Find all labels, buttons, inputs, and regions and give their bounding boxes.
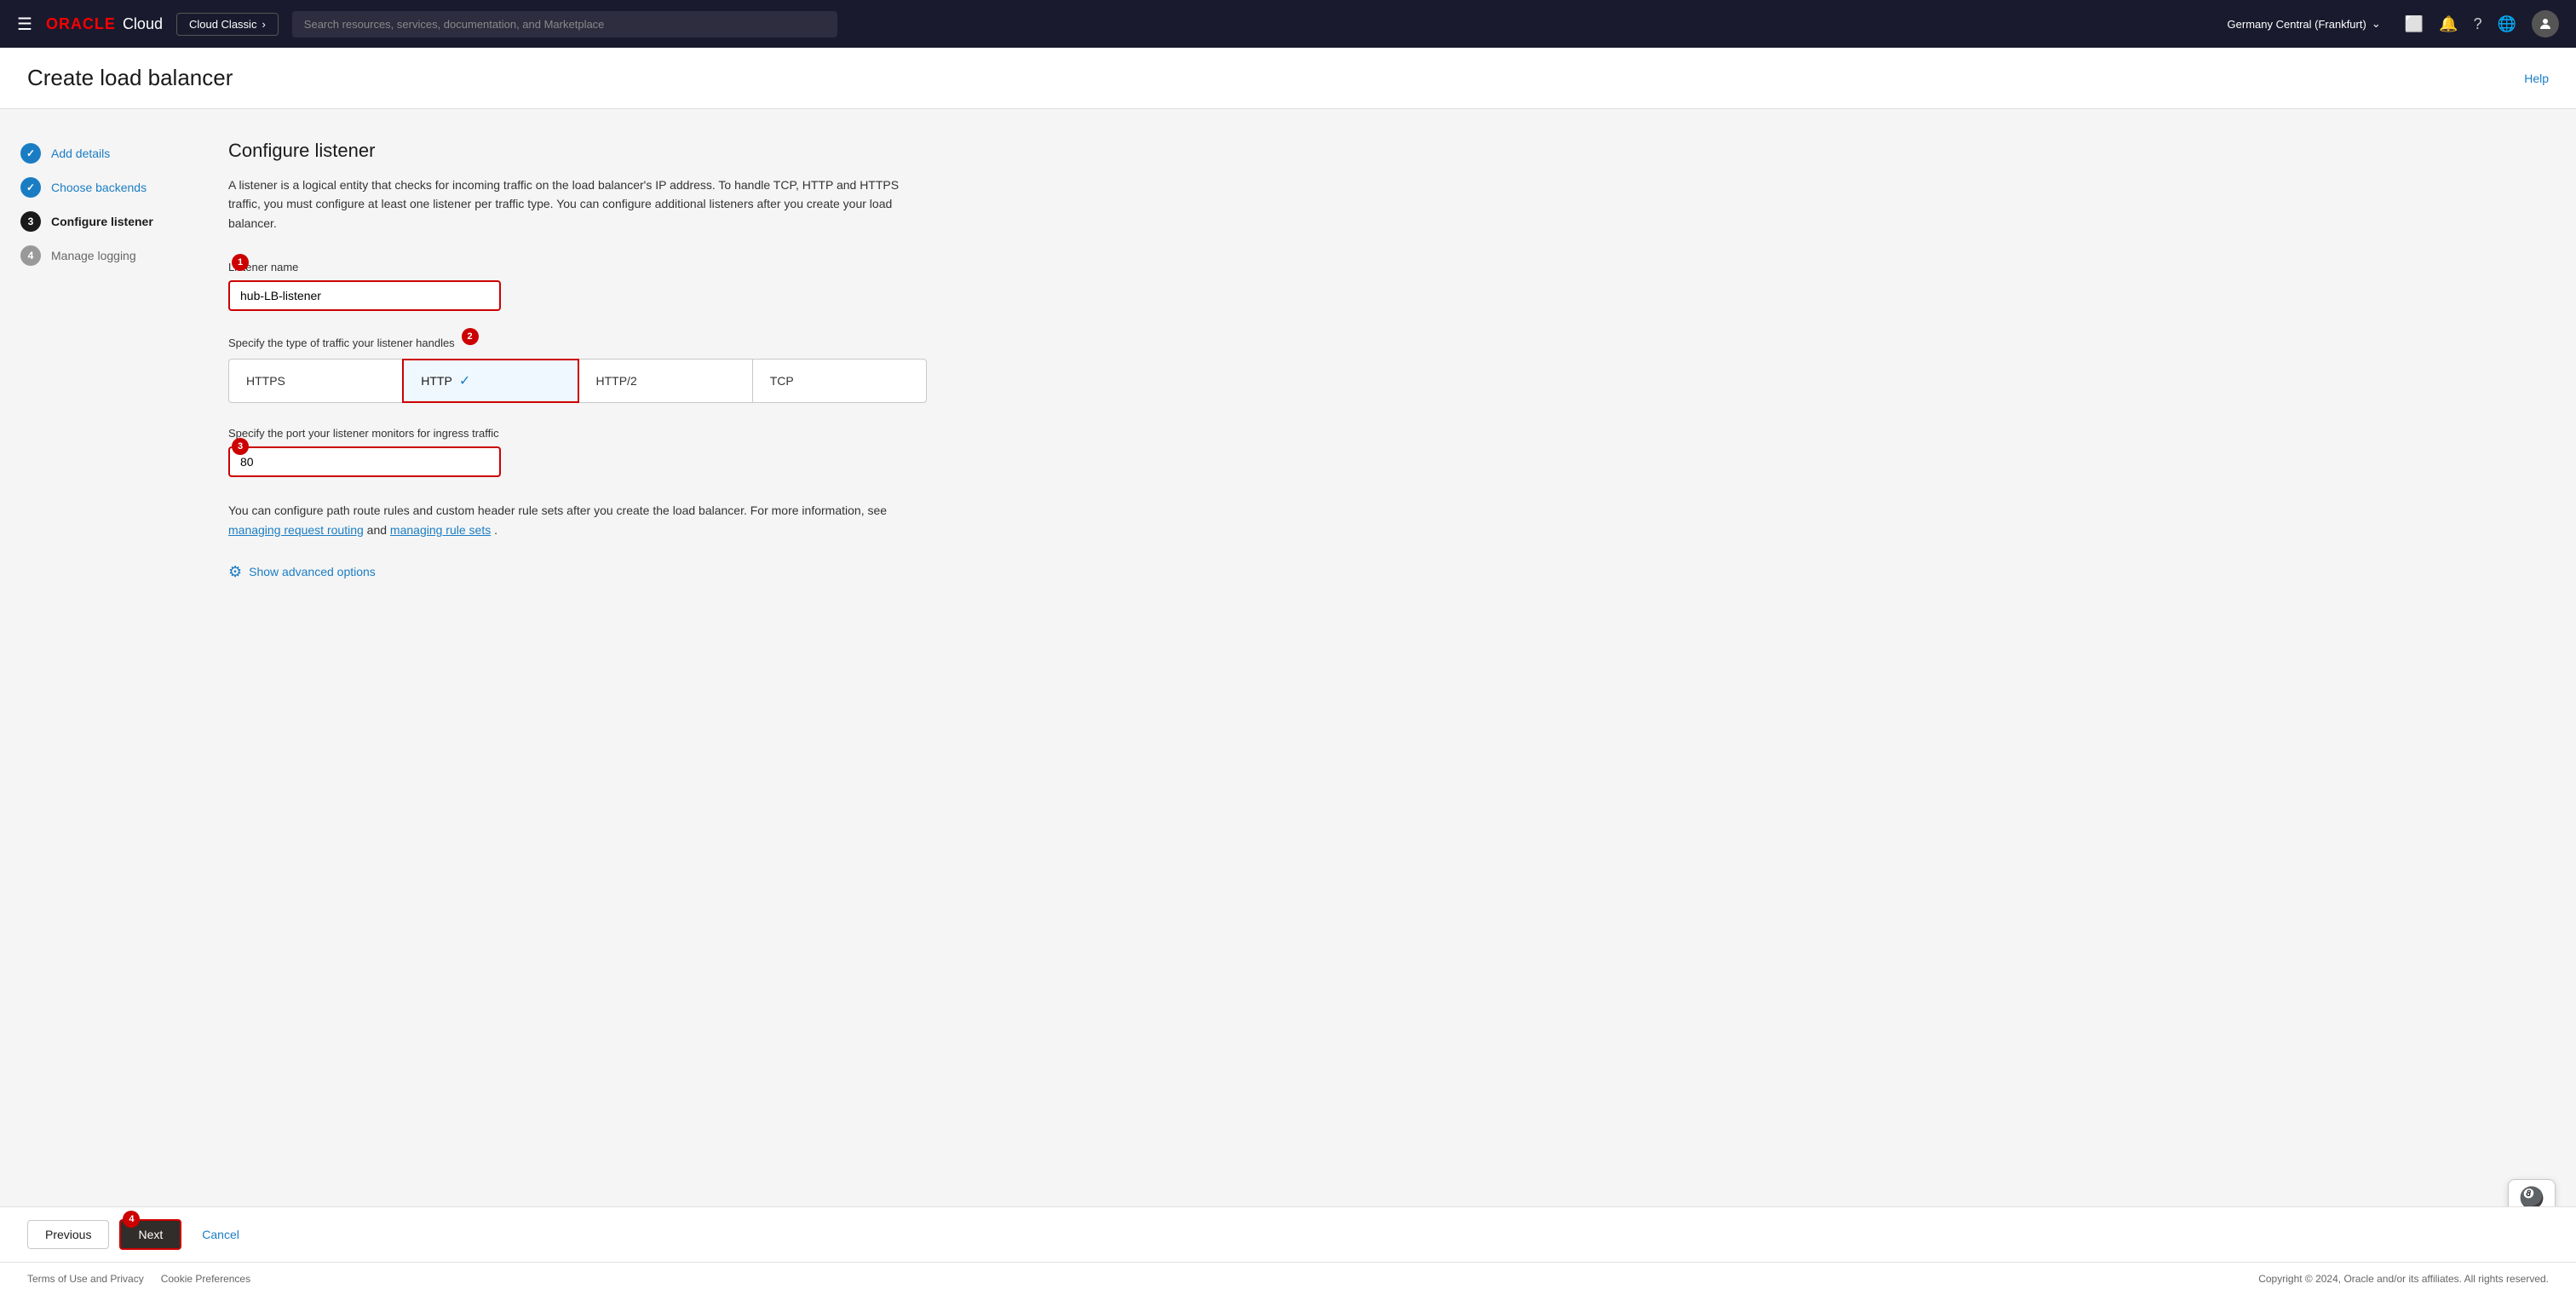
sidebar-item-choose-backends[interactable]: ✓ Choose backends: [20, 170, 167, 204]
sidebar: ✓ Add details ✓ Choose backends 3 Config…: [0, 109, 187, 1206]
traffic-type-group: Specify the type of traffic your listene…: [228, 335, 2535, 403]
help-icon[interactable]: ?: [2474, 15, 2482, 33]
traffic-option-https[interactable]: HTTPS: [228, 359, 403, 403]
footer-links: Terms of Use and Privacy Cookie Preferen…: [27, 1273, 250, 1285]
advanced-options-icon: ⚙: [228, 563, 242, 581]
traffic-option-tcp[interactable]: TCP: [752, 359, 927, 403]
step-4-circle: 4: [20, 245, 41, 266]
traffic-option-http-label: HTTP: [421, 374, 452, 388]
oracle-logo: ORACLE: [46, 15, 116, 33]
sidebar-item-manage-logging[interactable]: 4 Manage logging: [20, 239, 167, 273]
managing-rule-sets-link[interactable]: managing rule sets: [390, 523, 491, 537]
page-title: Create load balancer: [27, 65, 233, 91]
info-text-group: You can configure path route rules and c…: [228, 501, 2535, 539]
page-header: Create load balancer Help: [0, 48, 2576, 109]
bottom-bar: Previous Next 4 Cancel: [0, 1206, 2576, 1262]
footer: Terms of Use and Privacy Cookie Preferen…: [0, 1262, 2576, 1295]
sidebar-item-add-details[interactable]: ✓ Add details: [20, 136, 167, 170]
traffic-option-http2[interactable]: HTTP/2: [578, 359, 753, 403]
advanced-options-toggle[interactable]: ⚙ Show advanced options: [228, 563, 2535, 581]
traffic-type-label: Specify the type of traffic your listene…: [228, 337, 455, 349]
brand-logo: ORACLE Cloud: [46, 15, 163, 33]
sidebar-item-label: Manage logging: [51, 249, 136, 262]
hamburger-menu-icon[interactable]: ☰: [17, 14, 32, 35]
step-3-circle: 3: [20, 211, 41, 232]
main-layout: ✓ Add details ✓ Choose backends 3 Config…: [0, 109, 2576, 1206]
advanced-options-label: Show advanced options: [249, 565, 376, 578]
region-selector[interactable]: Germany Central (Frankfurt) ⌄: [2228, 17, 2381, 31]
sidebar-item-label: Choose backends: [51, 181, 147, 194]
annotation-badge-2: 2: [462, 328, 479, 345]
copyright-text: Copyright © 2024, Oracle and/or its affi…: [2258, 1273, 2549, 1285]
search-input[interactable]: [292, 11, 837, 37]
cloud-classic-button[interactable]: Cloud Classic ›: [176, 13, 279, 36]
previous-button[interactable]: Previous: [27, 1220, 109, 1249]
user-avatar[interactable]: [2532, 10, 2559, 37]
top-navigation: ☰ ORACLE Cloud Cloud Classic › Germany C…: [0, 0, 2576, 48]
traffic-type-options: HTTPS HTTP ✓ HTTP/2 TCP: [228, 359, 927, 403]
http-check-icon: ✓: [459, 372, 470, 389]
traffic-option-http[interactable]: HTTP ✓: [402, 359, 578, 403]
section-title: Configure listener: [228, 140, 2535, 162]
help-link[interactable]: Help: [2524, 72, 2549, 85]
section-description: A listener is a logical entity that chec…: [228, 176, 927, 233]
listener-name-input[interactable]: [228, 280, 501, 311]
port-input[interactable]: [228, 446, 501, 477]
terminal-icon[interactable]: ⬜: [2405, 15, 2424, 33]
globe-icon[interactable]: 🌐: [2498, 15, 2516, 33]
check-icon: ✓: [26, 147, 35, 159]
sidebar-item-configure-listener[interactable]: 3 Configure listener: [20, 204, 167, 239]
sidebar-item-label: Configure listener: [51, 215, 153, 228]
step-2-circle: ✓: [20, 177, 41, 198]
traffic-option-https-label: HTTPS: [246, 374, 285, 388]
info-text: You can configure path route rules and c…: [228, 501, 927, 539]
cookie-link[interactable]: Cookie Preferences: [161, 1273, 250, 1285]
bell-icon[interactable]: 🔔: [2439, 15, 2458, 33]
content-area: Configure listener A listener is a logic…: [187, 109, 2576, 1206]
sidebar-item-label: Add details: [51, 147, 110, 160]
listener-name-group: Listener name 1: [228, 260, 2535, 311]
header-icons: ⬜ 🔔 ? 🌐: [2405, 10, 2559, 37]
terms-link[interactable]: Terms of Use and Privacy: [27, 1273, 144, 1285]
port-group: Specify the port your listener monitors …: [228, 427, 2535, 477]
cancel-button[interactable]: Cancel: [192, 1221, 250, 1248]
traffic-option-http2-label: HTTP/2: [596, 374, 637, 388]
step-1-circle: ✓: [20, 143, 41, 164]
cloud-label: Cloud: [123, 15, 163, 33]
traffic-option-tcp-label: TCP: [770, 374, 794, 388]
managing-request-routing-link[interactable]: managing request routing: [228, 523, 364, 537]
port-label: Specify the port your listener monitors …: [228, 427, 2535, 440]
check-icon: ✓: [26, 181, 35, 193]
